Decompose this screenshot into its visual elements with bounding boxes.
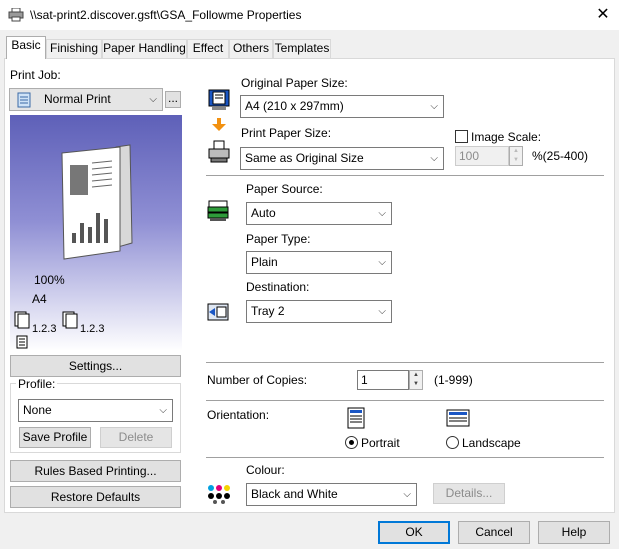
tab-others[interactable]: Others	[229, 39, 273, 58]
divider	[206, 400, 604, 401]
copies-label: Number of Copies:	[207, 373, 308, 387]
paper-source-label: Paper Source:	[246, 182, 323, 196]
print-job-value: Normal Print	[44, 92, 111, 106]
orientation-label: Orientation:	[207, 408, 270, 422]
original-paper-size-value: A4 (210 x 297mm)	[245, 99, 344, 113]
arrow-down-icon	[212, 118, 226, 131]
destination-label: Destination:	[246, 280, 310, 294]
chevron-down-icon: ⌵	[378, 306, 386, 317]
print-preview: 100% A4 1.2.3 1.2.3	[10, 115, 182, 351]
printer-icon	[8, 8, 24, 22]
close-icon[interactable]: ✕	[588, 4, 618, 26]
print-paper-size-value: Same as Original Size	[245, 151, 364, 165]
chevron-down-icon: ⌵	[149, 94, 157, 105]
landscape-radio[interactable]	[446, 436, 459, 449]
landscape-label: Landscape	[462, 436, 521, 450]
original-paper-size-select[interactable]: A4 (210 x 297mm) ⌵	[240, 95, 444, 118]
title-bar: \\sat-print2.discover.gsft\GSA_Followme …	[0, 0, 619, 30]
tab-effect[interactable]: Effect	[187, 39, 229, 58]
portrait-label: Portrait	[361, 436, 400, 450]
printer-paper-icon	[208, 140, 230, 163]
image-scale-label: Image Scale:	[471, 130, 542, 144]
portrait-radio[interactable]	[345, 436, 358, 449]
copies-spinner[interactable]: ▲ ▼	[409, 370, 423, 390]
colour-dots-icon	[208, 485, 230, 504]
profile-label: Profile:	[16, 377, 58, 391]
print-paper-size-select[interactable]: Same as Original Size ⌵	[240, 147, 444, 170]
collate-label-1: 1.2.3	[32, 323, 57, 335]
original-paper-size-label: Original Paper Size:	[241, 76, 348, 90]
destination-select[interactable]: Tray 2 ⌵	[246, 300, 392, 323]
document-icon	[17, 92, 31, 108]
portrait-icon	[347, 407, 365, 429]
delete-profile-button[interactable]: Delete	[100, 427, 172, 448]
preview-zoom: 100%	[34, 273, 65, 287]
profile-select[interactable]: None ⌵	[18, 399, 173, 422]
page-icon	[16, 335, 28, 349]
divider	[206, 362, 604, 363]
colour-value: Black and White	[251, 487, 338, 501]
tab-basic[interactable]: Basic	[6, 36, 46, 59]
tab-templates[interactable]: Templates	[273, 39, 331, 58]
tab-finishing[interactable]: Finishing	[46, 39, 102, 58]
output-tray-icon	[207, 303, 229, 321]
divider	[206, 175, 604, 176]
window-title: \\sat-print2.discover.gsft\GSA_Followme …	[30, 8, 302, 22]
chevron-down-icon: ⌵	[378, 257, 386, 268]
chevron-down-icon: ⌵	[378, 208, 386, 219]
paper-source-select[interactable]: Auto ⌵	[246, 202, 392, 225]
paper-source-value: Auto	[251, 206, 276, 220]
paper-tray-icon	[207, 200, 229, 221]
colour-select[interactable]: Black and White ⌵	[246, 483, 417, 506]
copies-input[interactable]: 1	[357, 370, 409, 390]
document-preview-icon	[61, 144, 133, 260]
image-scale-input[interactable]: 100	[455, 146, 509, 166]
paper-type-value: Plain	[251, 255, 278, 269]
settings-button[interactable]: Settings...	[10, 355, 181, 377]
ok-button[interactable]: OK	[378, 521, 450, 544]
chevron-down-icon: ⌵	[403, 489, 411, 500]
collate-icon	[14, 311, 30, 329]
divider	[206, 457, 604, 458]
copies-range: (1-999)	[434, 373, 473, 387]
help-button[interactable]: Help	[538, 521, 610, 544]
print-job-select[interactable]: Normal Print ⌵	[9, 88, 163, 111]
print-job-more-button[interactable]: ...	[165, 91, 181, 108]
collate-icon	[62, 311, 78, 329]
image-scale-range: %(25-400)	[532, 149, 589, 163]
paper-type-label: Paper Type:	[246, 232, 311, 246]
tab-paper-handling[interactable]: Paper Handling	[102, 39, 187, 58]
details-button[interactable]: Details...	[433, 483, 505, 504]
chevron-down-icon: ⌵	[159, 405, 167, 416]
colour-label: Colour:	[246, 463, 285, 477]
save-profile-button[interactable]: Save Profile	[19, 427, 91, 448]
paper-type-select[interactable]: Plain ⌵	[246, 251, 392, 274]
image-scale-checkbox[interactable]	[455, 130, 468, 143]
print-paper-size-label: Print Paper Size:	[241, 126, 332, 140]
chevron-down-icon: ⌵	[430, 101, 438, 112]
original-size-icon	[208, 89, 230, 110]
chevron-down-icon: ⌵	[430, 153, 438, 164]
restore-defaults-button[interactable]: Restore Defaults	[10, 486, 181, 508]
image-scale-spinner[interactable]: ▲ ▼	[509, 146, 523, 166]
cancel-button[interactable]: Cancel	[458, 521, 530, 544]
print-job-label: Print Job:	[10, 68, 61, 82]
collate-label-2: 1.2.3	[80, 323, 105, 335]
rules-based-printing-button[interactable]: Rules Based Printing...	[10, 460, 181, 482]
preview-paper-size: A4	[32, 292, 47, 306]
landscape-icon	[446, 409, 470, 427]
destination-value: Tray 2	[251, 304, 285, 318]
profile-value: None	[23, 403, 52, 417]
